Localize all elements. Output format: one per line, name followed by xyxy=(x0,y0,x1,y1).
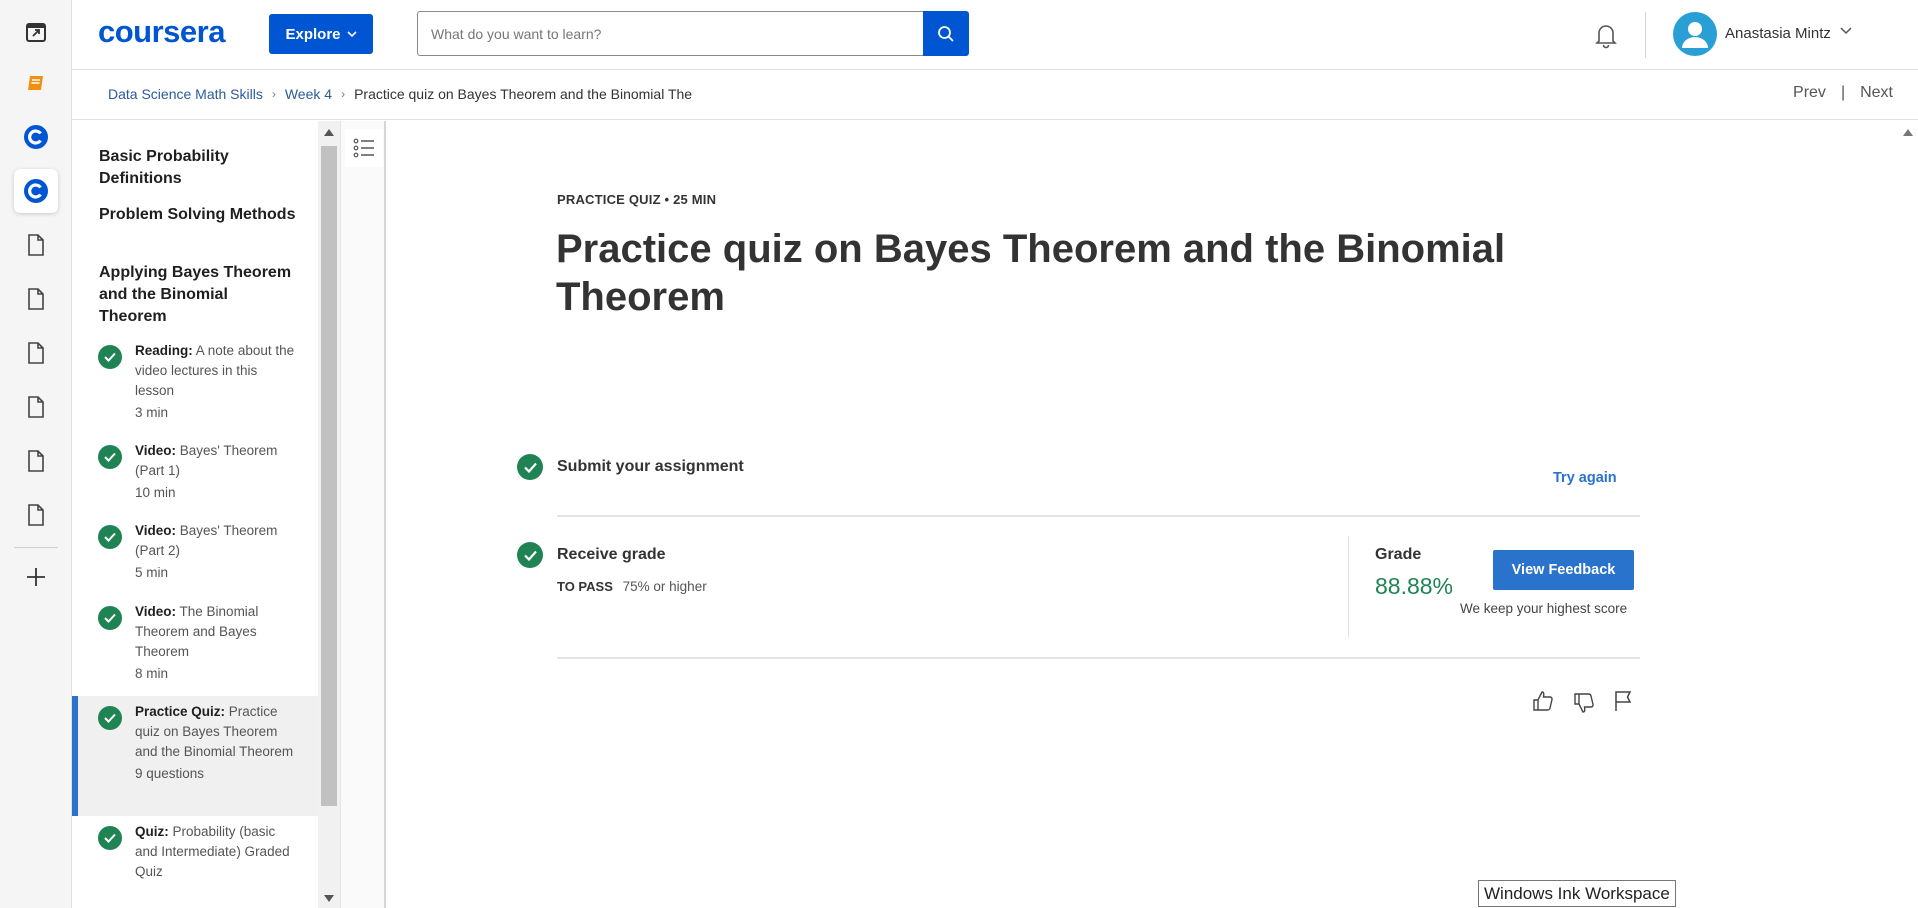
item-meta: 8 min xyxy=(135,666,169,681)
quiz-label: PRACTICE QUIZ • 25 MIN xyxy=(557,192,717,207)
next-link[interactable]: Next xyxy=(1860,84,1893,102)
document-icon[interactable] xyxy=(14,277,58,321)
search-icon xyxy=(938,25,954,42)
thumbs-down-icon[interactable] xyxy=(1572,691,1596,715)
breadcrumb: Data Science Math Skills › Week 4 › Prac… xyxy=(108,86,692,102)
scrollbar-thumb[interactable] xyxy=(321,146,337,806)
section-title: Applying Bayes Theorem and the Binomial … xyxy=(99,264,292,325)
divider xyxy=(557,515,1640,517)
nav-separator: | xyxy=(1840,84,1846,101)
item-meta: 9 questions xyxy=(135,766,205,781)
header-divider xyxy=(1645,12,1646,58)
item-meta: 10 min xyxy=(135,485,176,500)
thumbs-up-icon[interactable] xyxy=(1531,689,1555,713)
list-item[interactable]: Reading: A note about the video lectures… xyxy=(72,341,318,441)
page-title: Practice quiz on Bayes Theorem and the B… xyxy=(556,227,1506,319)
prev-link[interactable]: Prev xyxy=(1793,84,1826,102)
receive-grade-title: Receive grade xyxy=(557,546,666,563)
search-placeholder: What do you want to learn? xyxy=(431,25,602,42)
check-icon xyxy=(517,454,543,480)
search-button[interactable] xyxy=(923,11,969,56)
check-icon xyxy=(98,345,122,369)
windows-ink-tooltip: Windows Ink Workspace xyxy=(1478,880,1676,907)
coursera-c-icon[interactable] xyxy=(14,115,58,159)
item-meta: 3 min xyxy=(135,405,169,420)
breadcrumb-bar: Data Science Math Skills › Week 4 › Prac… xyxy=(72,70,1918,120)
grade-divider xyxy=(1348,536,1349,638)
item-meta: 5 min xyxy=(135,565,169,580)
try-again-link[interactable]: Try again xyxy=(1553,470,1617,486)
calendar-icon[interactable] xyxy=(14,10,58,54)
document-icon[interactable] xyxy=(14,493,58,537)
divider xyxy=(557,657,1640,659)
chevron-right-icon: › xyxy=(271,87,276,101)
main-scrollbar[interactable] xyxy=(1898,121,1918,908)
item-type: Video: xyxy=(135,604,177,619)
top-header: coursera Explore What do you want to lea… xyxy=(72,0,1918,70)
list-icon xyxy=(353,138,374,158)
list-item[interactable]: Video: The Binomial Theorem and Bayes Th… xyxy=(72,602,318,702)
list-item[interactable]: Video: Bayes' Theorem (Part 1) 10 min xyxy=(72,441,318,521)
breadcrumb-current: Practice quiz on Bayes Theorem and the B… xyxy=(354,86,693,102)
course-sidebar: Basic Probability Definitions Problem So… xyxy=(72,121,318,908)
check-icon xyxy=(98,706,122,730)
search-input[interactable]: What do you want to learn? xyxy=(417,11,925,56)
item-type: Video: xyxy=(135,523,177,538)
check-icon xyxy=(517,542,543,568)
document-icon[interactable] xyxy=(14,331,58,375)
to-pass-label: TO PASS xyxy=(557,579,613,594)
explore-button[interactable]: Explore xyxy=(269,14,373,54)
pass-requirement: TO PASS 75% or higher xyxy=(557,579,707,594)
section-title[interactable]: Basic Probability Definitions xyxy=(99,146,299,190)
bell-icon[interactable] xyxy=(1592,20,1620,50)
avatar[interactable] xyxy=(1673,12,1717,56)
plus-icon[interactable] xyxy=(14,555,58,599)
list-item-active[interactable]: Practice Quiz: Practice quiz on Bayes Th… xyxy=(72,696,318,816)
app-rail xyxy=(0,0,72,908)
document-icon[interactable] xyxy=(14,223,58,267)
breadcrumb-week[interactable]: Week 4 xyxy=(285,86,332,102)
prev-next-nav: Prev | Next xyxy=(1793,84,1893,102)
toc-toggle-button[interactable] xyxy=(345,129,383,167)
highest-score-note: We keep your highest score xyxy=(1460,601,1628,616)
coursera-logo[interactable]: coursera xyxy=(98,14,225,50)
document-icon[interactable] xyxy=(14,439,58,483)
toc-column xyxy=(340,121,386,908)
breadcrumb-course[interactable]: Data Science Math Skills xyxy=(108,86,263,102)
section-title[interactable]: Problem Solving Methods xyxy=(99,204,299,226)
explore-label: Explore xyxy=(285,25,341,43)
scroll-down-icon[interactable] xyxy=(324,895,334,902)
user-icon xyxy=(1682,22,1708,48)
chevron-right-icon: › xyxy=(341,87,346,101)
user-name[interactable]: Anastasia Mintz xyxy=(1725,25,1831,42)
rail-divider xyxy=(14,547,58,548)
check-icon xyxy=(98,525,122,549)
sidebar-scrollbar[interactable] xyxy=(318,121,340,908)
to-pass-value: 75% or higher xyxy=(622,579,707,594)
main-content: PRACTICE QUIZ • 25 MIN Practice quiz on … xyxy=(388,121,1898,908)
scroll-up-icon[interactable] xyxy=(324,129,334,136)
flag-icon[interactable] xyxy=(1612,689,1634,713)
chevron-down-icon[interactable] xyxy=(1840,27,1852,35)
item-type: Video: xyxy=(135,443,177,458)
document-icon[interactable] xyxy=(14,385,58,429)
submit-assignment-title: Submit your assignment xyxy=(557,458,744,475)
list-item[interactable]: Quiz: Probability (basic and Intermediat… xyxy=(72,822,318,908)
check-icon xyxy=(98,826,122,850)
check-icon xyxy=(98,606,122,630)
item-type: Practice Quiz: xyxy=(135,704,226,719)
scroll-up-icon[interactable] xyxy=(1903,129,1913,136)
item-type: Reading: xyxy=(135,343,193,358)
list-item[interactable]: Video: Bayes' Theorem (Part 2) 5 min xyxy=(72,521,318,601)
item-type: Quiz: xyxy=(135,824,169,839)
check-icon xyxy=(98,445,122,469)
grade-label: Grade xyxy=(1375,546,1422,563)
grade-value: 88.88% xyxy=(1375,573,1454,599)
chevron-down-icon xyxy=(346,30,357,37)
book-icon[interactable] xyxy=(14,61,58,105)
view-feedback-button[interactable]: View Feedback xyxy=(1493,550,1634,590)
coursera-c-icon[interactable] xyxy=(14,169,58,213)
